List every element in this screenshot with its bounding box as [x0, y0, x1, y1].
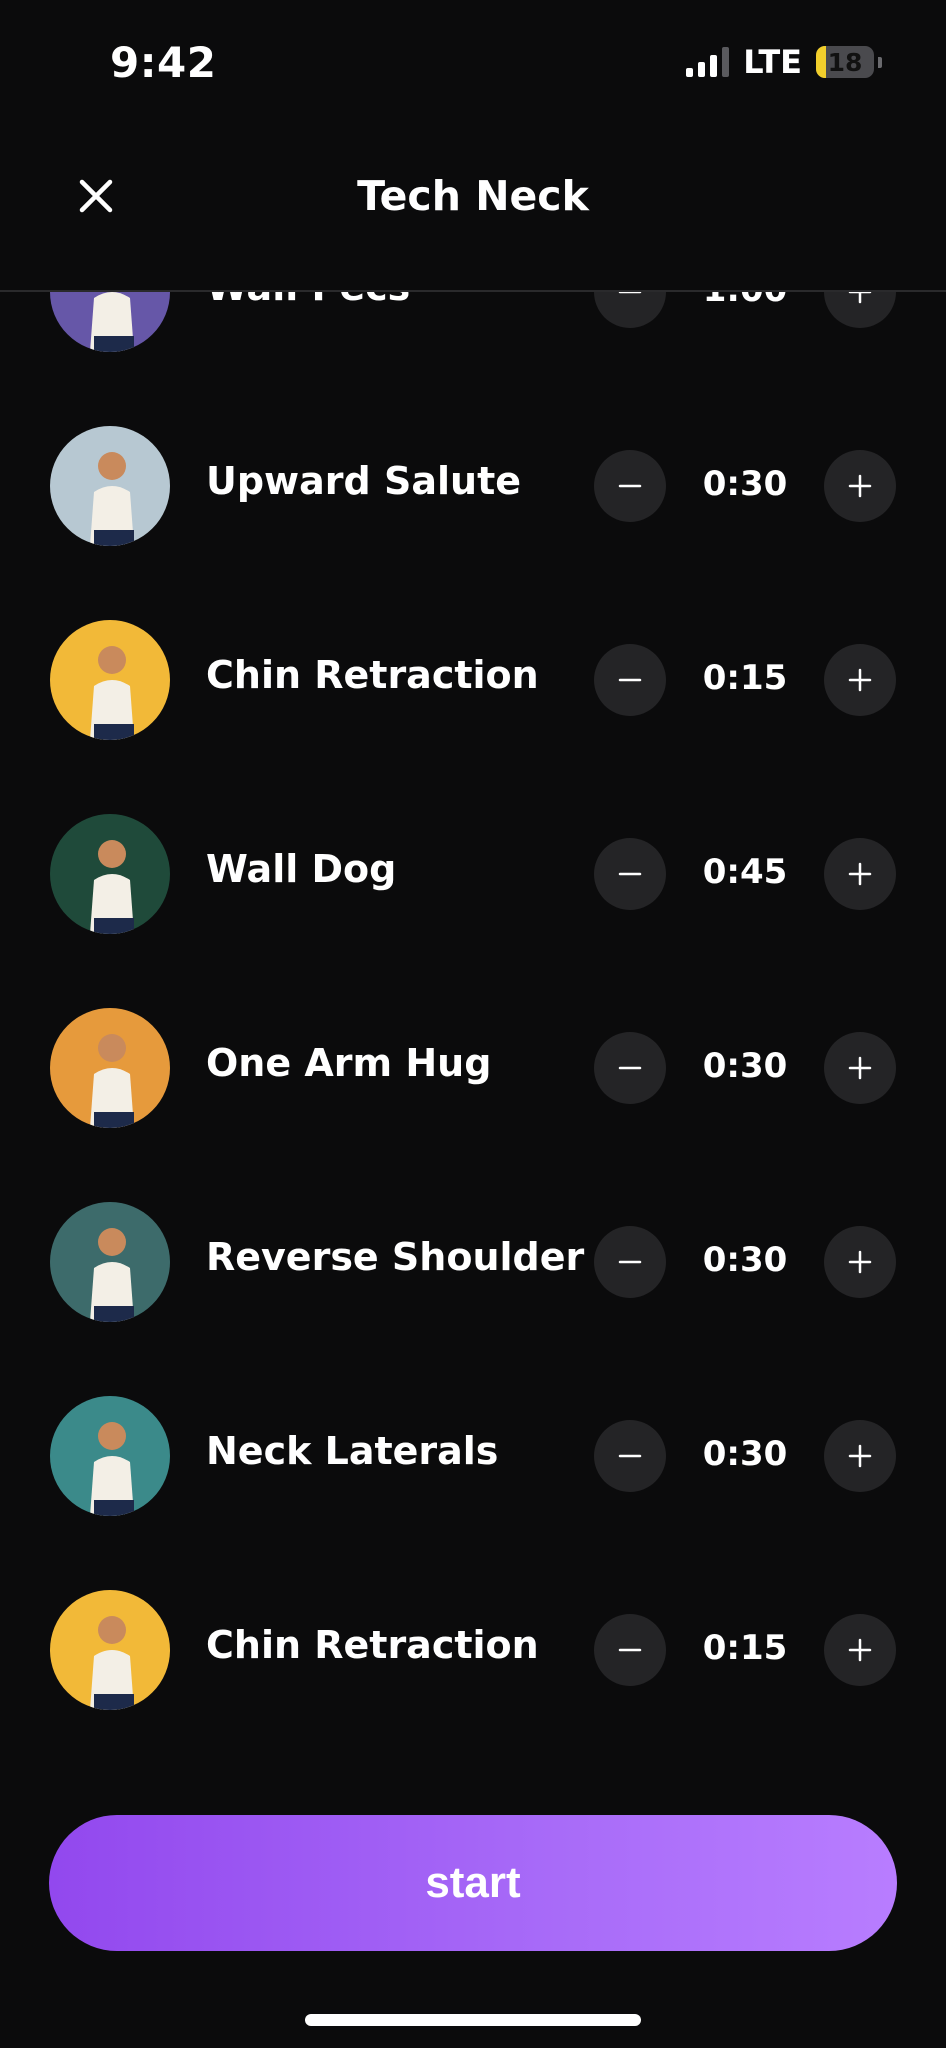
battery-percent: 18	[827, 47, 863, 77]
exercise-name: Chin Retraction	[206, 653, 539, 697]
exercise-name: Neck Laterals	[206, 1429, 499, 1473]
signal-icon	[686, 47, 730, 77]
exercise-duration: 1:00	[690, 292, 800, 310]
plus-icon	[848, 862, 872, 886]
decrease-duration-button[interactable]	[594, 1420, 666, 1492]
plus-icon	[848, 1056, 872, 1080]
plus-icon	[848, 1638, 872, 1662]
exercise-row[interactable]: Chin Retraction 0:15	[0, 583, 946, 777]
plus-icon	[848, 1250, 872, 1274]
exercise-duration: 0:15	[702, 658, 788, 698]
decrease-duration-button[interactable]	[594, 644, 666, 716]
exercise-row[interactable]: Reverse Shoulder 0:30	[0, 1165, 946, 1359]
page-title: Tech Neck	[357, 172, 589, 220]
exercise-thumbnail	[50, 426, 170, 546]
network-label: LTE	[743, 43, 802, 81]
exercise-thumbnail	[50, 1590, 170, 1710]
person-illustration-icon	[50, 1590, 170, 1710]
exercise-thumbnail	[50, 1202, 170, 1322]
exercise-thumbnail	[50, 292, 170, 352]
exercise-duration: 0:30	[702, 1434, 788, 1474]
exercise-name: Wall Dog	[206, 847, 397, 891]
person-illustration-icon	[50, 292, 170, 352]
exercise-row[interactable]: One Arm Hug 0:30	[0, 971, 946, 1165]
exercise-list[interactable]: Wall Pecs 1:00 Upward Salute	[0, 292, 946, 1792]
status-indicators: LTE 18	[686, 42, 882, 82]
increase-duration-button[interactable]	[824, 450, 896, 522]
exercise-thumbnail	[50, 1396, 170, 1516]
exercise-duration: 0:30	[702, 464, 788, 504]
exercise-row[interactable]: Chin Retraction 0:15	[0, 1553, 946, 1747]
minus-icon	[618, 872, 642, 876]
exercise-duration: 0:15	[702, 1628, 788, 1668]
plus-icon	[848, 668, 872, 692]
increase-duration-button[interactable]	[824, 292, 896, 328]
person-illustration-icon	[50, 620, 170, 740]
increase-duration-button[interactable]	[824, 1226, 896, 1298]
exercise-name: Wall Pecs	[206, 292, 410, 309]
header: Tech Neck	[0, 120, 946, 292]
plus-icon	[848, 292, 872, 304]
exercise-thumbnail	[50, 814, 170, 934]
increase-duration-button[interactable]	[824, 1614, 896, 1686]
minus-icon	[618, 678, 642, 682]
person-illustration-icon	[50, 814, 170, 934]
person-illustration-icon	[50, 1008, 170, 1128]
decrease-duration-button[interactable]	[594, 450, 666, 522]
plus-icon	[848, 474, 872, 498]
exercise-name: Upward Salute	[206, 459, 522, 503]
person-illustration-icon	[50, 426, 170, 546]
increase-duration-button[interactable]	[824, 644, 896, 716]
exercise-name: Chin Retraction	[206, 1623, 539, 1667]
minus-icon	[618, 1648, 642, 1652]
increase-duration-button[interactable]	[824, 1032, 896, 1104]
exercise-row[interactable]: Neck Laterals 0:30	[0, 1359, 946, 1553]
start-button[interactable]: start	[49, 1815, 897, 1951]
minus-icon	[618, 292, 642, 294]
exercise-duration: 0:30	[702, 1046, 788, 1086]
decrease-duration-button[interactable]	[594, 838, 666, 910]
status-bar: 9:42 LTE 18	[0, 0, 946, 120]
minus-icon	[618, 484, 642, 488]
minus-icon	[618, 1454, 642, 1458]
battery-icon: 18	[816, 46, 874, 78]
exercise-row[interactable]: Wall Dog 0:45	[0, 777, 946, 971]
increase-duration-button[interactable]	[824, 838, 896, 910]
exercise-duration: 0:30	[702, 1240, 788, 1280]
exercise-thumbnail	[50, 1008, 170, 1128]
decrease-duration-button[interactable]	[594, 292, 666, 328]
decrease-duration-button[interactable]	[594, 1614, 666, 1686]
exercise-row[interactable]: Wall Pecs 1:00	[0, 292, 946, 389]
home-indicator[interactable]	[305, 2014, 641, 2026]
person-illustration-icon	[50, 1202, 170, 1322]
exercise-name: Reverse Shoulder	[206, 1235, 585, 1279]
status-time: 9:42	[110, 38, 217, 87]
person-illustration-icon	[50, 1396, 170, 1516]
plus-icon	[848, 1444, 872, 1468]
exercise-duration: 0:45	[702, 852, 788, 892]
decrease-duration-button[interactable]	[594, 1226, 666, 1298]
exercise-row[interactable]: Upward Salute 0:30	[0, 389, 946, 583]
battery-tip	[878, 56, 882, 68]
minus-icon	[618, 1066, 642, 1070]
minus-icon	[618, 1260, 642, 1264]
battery-level	[816, 46, 827, 78]
increase-duration-button[interactable]	[824, 1420, 896, 1492]
decrease-duration-button[interactable]	[594, 1032, 666, 1104]
exercise-thumbnail	[50, 620, 170, 740]
exercise-name: One Arm Hug	[206, 1041, 492, 1085]
